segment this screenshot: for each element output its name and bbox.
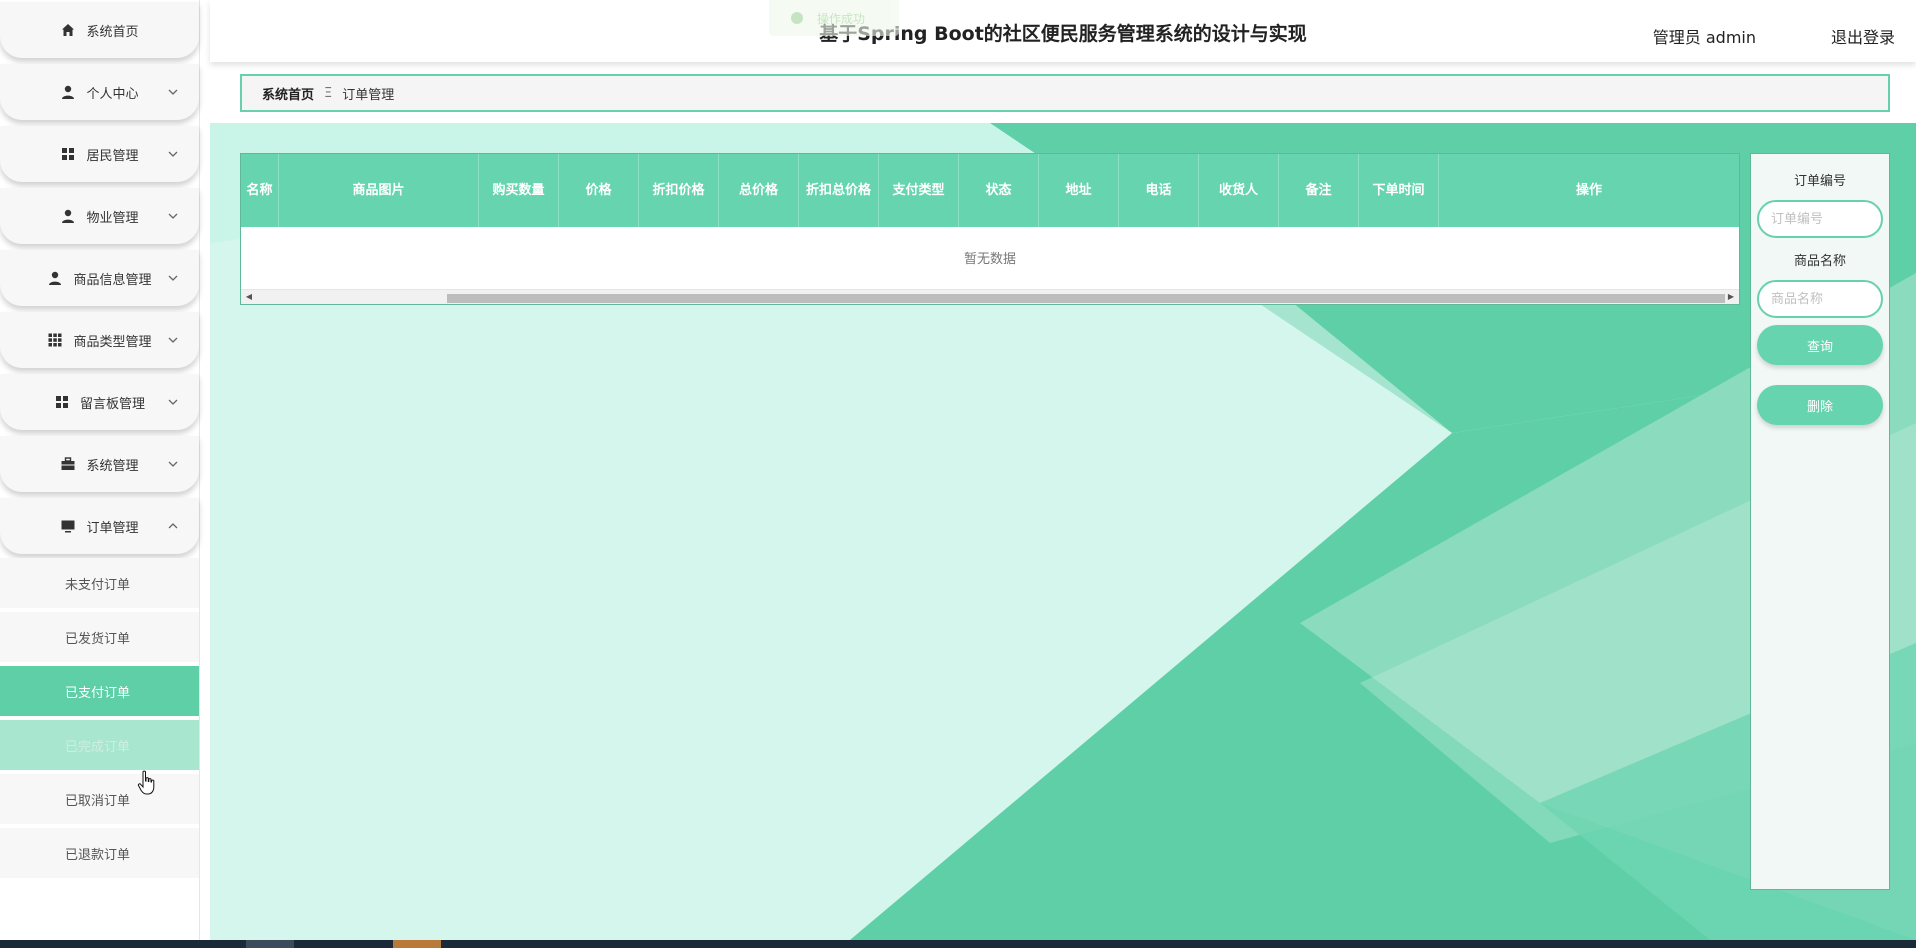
column-header: 商品图片 xyxy=(279,154,479,227)
os-taskbar xyxy=(0,940,1916,948)
scrollbar-thumb[interactable] xyxy=(447,294,1725,303)
monitor-icon xyxy=(60,518,76,534)
column-header: 下单时间 xyxy=(1359,154,1439,227)
empty-state-text: 暂无数据 xyxy=(963,251,1016,267)
subnav-refunded-orders[interactable]: 已退款订单 xyxy=(0,828,199,880)
subnav-paid-orders[interactable]: 已支付订单 xyxy=(0,666,199,718)
chevron-down-icon xyxy=(167,396,179,408)
column-header: 购买数量 xyxy=(479,154,559,227)
current-user: 管理员 admin xyxy=(1652,28,1756,47)
logout-link[interactable]: 退出登录 xyxy=(1831,24,1895,48)
user-icon xyxy=(60,208,76,224)
column-header: 折扣总价格 xyxy=(799,154,879,227)
column-header: 操作 xyxy=(1575,182,1602,198)
subnav-label: 已取消订单 xyxy=(65,793,131,809)
order-number-label: 订单编号 xyxy=(1793,174,1846,189)
column-header: 状态 xyxy=(959,154,1039,227)
nav-label: 系统首页 xyxy=(86,24,139,40)
horizontal-scrollbar[interactable]: ◀ ▶ xyxy=(241,289,1739,304)
success-toast: 操作成功 xyxy=(769,0,899,36)
subnav-label: 已退款订单 xyxy=(65,847,131,863)
delete-button[interactable]: 删除 xyxy=(1757,385,1883,425)
chevron-down-icon xyxy=(167,86,179,98)
chevron-down-icon xyxy=(167,148,179,160)
subnav-label: 已完成订单 xyxy=(65,739,131,755)
query-button[interactable]: 查询 xyxy=(1757,325,1883,365)
nav-residents[interactable]: 居民管理 xyxy=(0,126,199,182)
subnav-label: 已支付订单 xyxy=(65,685,131,701)
nav-message-board[interactable]: 留言板管理 xyxy=(0,374,199,430)
breadcrumb-current: 订单管理 xyxy=(342,87,395,103)
product-name-input[interactable] xyxy=(1757,280,1883,318)
breadcrumb-separator-icon: Ξ xyxy=(324,85,333,101)
nav-label: 订单管理 xyxy=(86,520,139,536)
order-number-input[interactable] xyxy=(1757,200,1883,238)
breadcrumb-home[interactable]: 系统首页 xyxy=(262,84,314,103)
home-icon xyxy=(60,22,76,38)
chevron-down-icon xyxy=(167,272,179,284)
nav-label: 留言板管理 xyxy=(79,396,145,412)
nav-product-info[interactable]: 商品信息管理 xyxy=(0,250,199,306)
hand-cursor-icon xyxy=(137,770,157,796)
column-header: 折扣价格 xyxy=(639,154,719,227)
chevron-down-icon xyxy=(167,334,179,346)
column-header: 价格 xyxy=(559,154,639,227)
nav-label: 商品类型管理 xyxy=(73,334,152,350)
chevron-down-icon xyxy=(167,210,179,222)
grid9-icon xyxy=(47,332,63,348)
subnav-completed-orders[interactable]: 已完成订单 xyxy=(0,720,199,772)
nav-label: 居民管理 xyxy=(86,148,139,164)
grid-icon xyxy=(60,146,76,162)
subnav-label: 已发货订单 xyxy=(65,631,131,647)
scroll-right-icon[interactable]: ▶ xyxy=(1726,292,1736,302)
column-header: 名称 xyxy=(241,154,279,227)
breadcrumb: 系统首页 Ξ 订单管理 xyxy=(240,74,1890,112)
column-header: 备注 xyxy=(1279,154,1359,227)
briefcase-icon xyxy=(60,456,76,472)
column-header: 收货人 xyxy=(1199,154,1279,227)
scroll-left-icon[interactable]: ◀ xyxy=(244,292,254,302)
subnav-label: 未支付订单 xyxy=(65,577,131,593)
table-header: 名称 商品图片 购买数量 价格 折扣价格 总价格 折扣总价格 支付类型 状态 地… xyxy=(241,154,1739,227)
user-icon xyxy=(60,84,76,100)
top-header: 基于Spring Boot的社区便民服务管理系统的设计与实现 管理员 admin… xyxy=(210,0,1916,62)
nav-system[interactable]: 系统管理 xyxy=(0,436,199,492)
column-header: 总价格 xyxy=(719,154,799,227)
search-panel: 订单编号 商品名称 查询 删除 xyxy=(1750,153,1890,890)
subnav-unpaid-orders[interactable]: 未支付订单 xyxy=(0,558,199,610)
orders-table: 名称 商品图片 购买数量 价格 折扣价格 总价格 折扣总价格 支付类型 状态 地… xyxy=(240,153,1740,305)
sidebar: 系统首页 个人中心 居民管理 物业管理 商品信息管理 商品类型管理 留言板管理 … xyxy=(0,0,200,940)
chevron-up-icon xyxy=(167,520,179,532)
nav-home[interactable]: 系统首页 xyxy=(0,2,199,58)
nav-label: 个人中心 xyxy=(86,86,139,102)
nav-label: 系统管理 xyxy=(86,458,139,474)
column-header: 支付类型 xyxy=(879,154,959,227)
nav-label: 商品信息管理 xyxy=(73,272,152,288)
subnav-shipped-orders[interactable]: 已发货订单 xyxy=(0,612,199,664)
subnav-cancelled-orders[interactable]: 已取消订单 xyxy=(0,774,199,826)
column-header: 地址 xyxy=(1039,154,1119,227)
nav-orders[interactable]: 订单管理 xyxy=(0,498,199,554)
taskbar-app[interactable] xyxy=(246,940,294,948)
nav-product-type[interactable]: 商品类型管理 xyxy=(0,312,199,368)
nav-personal-center[interactable]: 个人中心 xyxy=(0,64,199,120)
user-icon xyxy=(47,270,63,286)
nav-property[interactable]: 物业管理 xyxy=(0,188,199,244)
chevron-down-icon xyxy=(167,458,179,470)
product-name-label: 商品名称 xyxy=(1793,254,1846,269)
grid-icon xyxy=(54,394,70,410)
toast-text: 操作成功 xyxy=(817,11,866,26)
nav-label: 物业管理 xyxy=(86,210,139,226)
taskbar-app[interactable] xyxy=(393,940,441,948)
column-header: 电话 xyxy=(1119,154,1199,227)
check-circle-icon xyxy=(791,12,803,24)
